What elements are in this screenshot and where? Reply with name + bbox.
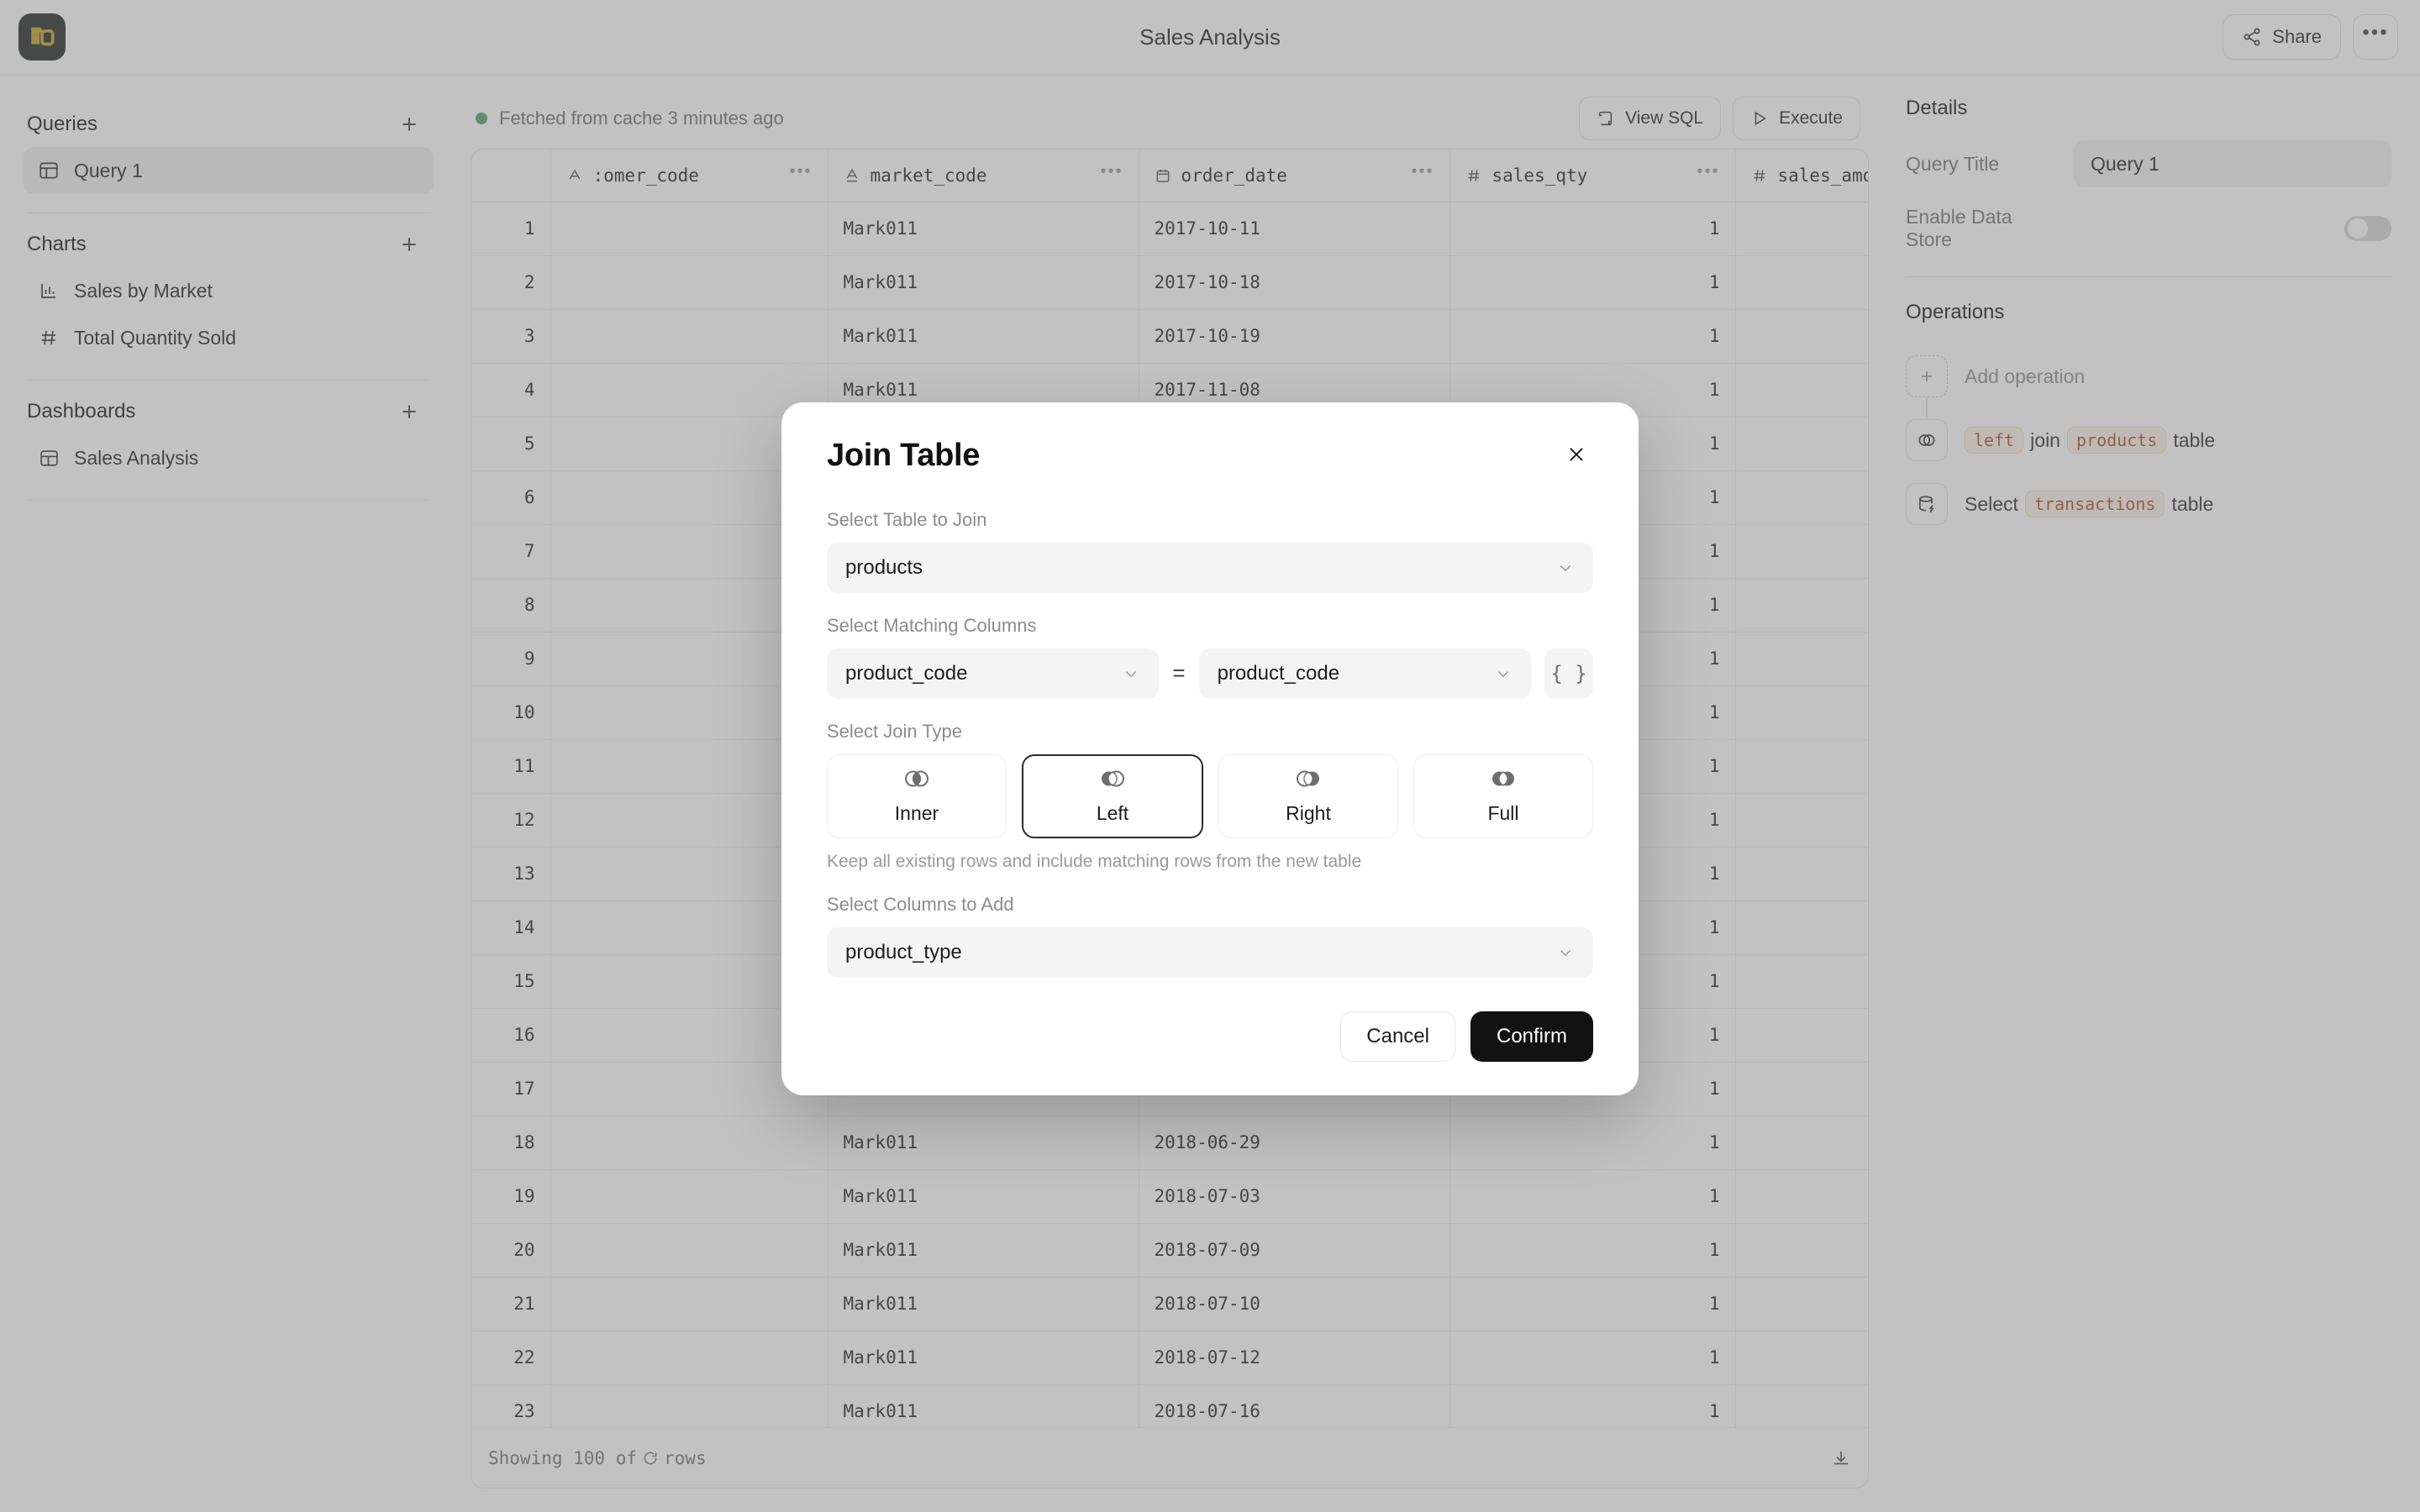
join-type-label-text: Right bbox=[1286, 801, 1331, 824]
left-column-dropdown[interactable]: product_code bbox=[827, 648, 1160, 699]
join-type-group: Select Join Type Inner Left Right Full K… bbox=[827, 721, 1593, 872]
right-column-value: product_code bbox=[1217, 661, 1340, 685]
join-type-right[interactable]: Right bbox=[1218, 753, 1398, 838]
join-type-label-text: Left bbox=[1096, 801, 1129, 824]
matching-columns-label: Select Matching Columns bbox=[827, 614, 1037, 636]
join-type-label-text: Inner bbox=[894, 801, 939, 824]
right-column-dropdown[interactable]: product_code bbox=[1198, 648, 1531, 699]
columns-to-add-value: product_type bbox=[845, 940, 962, 963]
venn-inner-icon bbox=[902, 768, 931, 794]
join-type-options: Inner Left Right Full bbox=[827, 753, 1593, 838]
select-table-label: Select Table to Join bbox=[827, 508, 987, 530]
curly-braces-icon: { } bbox=[1550, 661, 1587, 685]
confirm-button[interactable]: Confirm bbox=[1470, 1011, 1593, 1062]
join-type-label: Select Join Type bbox=[827, 720, 963, 742]
equals-sign: = bbox=[1172, 660, 1186, 685]
modal-layer: Join Table Select Table to Join products… bbox=[0, 0, 2420, 1512]
matching-columns-group: Select Matching Columns product_code = p… bbox=[827, 615, 1593, 699]
join-type-inner[interactable]: Inner bbox=[827, 753, 1007, 838]
matching-columns-row: product_code = product_code { } bbox=[827, 648, 1593, 699]
columns-to-add-group: Select Columns to Add product_type bbox=[827, 894, 1593, 978]
join-type-hint: Keep all existing rows and include match… bbox=[827, 851, 1362, 871]
venn-left-icon bbox=[1098, 768, 1127, 794]
join-type-full[interactable]: Full bbox=[1413, 753, 1593, 838]
select-table-dropdown[interactable]: products bbox=[827, 542, 1593, 593]
expression-editor-button[interactable]: { } bbox=[1544, 648, 1593, 699]
venn-right-icon bbox=[1294, 768, 1323, 794]
columns-to-add-label: Select Columns to Add bbox=[827, 893, 1014, 915]
join-type-label-text: Full bbox=[1487, 801, 1519, 824]
dialog-header: Join Table bbox=[827, 438, 1593, 474]
close-icon bbox=[1570, 447, 1583, 461]
select-table-value: products bbox=[845, 555, 923, 579]
columns-to-add-dropdown[interactable]: product_type bbox=[827, 927, 1593, 978]
chevron-down-icon bbox=[1556, 943, 1575, 962]
left-column-value: product_code bbox=[845, 661, 968, 685]
chevron-down-icon bbox=[1556, 559, 1575, 577]
cancel-button[interactable]: Cancel bbox=[1340, 1011, 1455, 1062]
chevron-down-icon bbox=[1122, 664, 1140, 683]
join-type-left[interactable]: Left bbox=[1022, 753, 1203, 838]
chevron-down-icon bbox=[1494, 664, 1512, 683]
close-dialog-button[interactable] bbox=[1560, 438, 1593, 471]
dialog-title: Join Table bbox=[827, 437, 981, 473]
venn-full-icon bbox=[1489, 768, 1518, 794]
select-table-group: Select Table to Join products bbox=[827, 509, 1593, 593]
join-table-dialog: Join Table Select Table to Join products… bbox=[781, 402, 1639, 1095]
dialog-actions: Cancel Confirm bbox=[827, 1011, 1593, 1062]
